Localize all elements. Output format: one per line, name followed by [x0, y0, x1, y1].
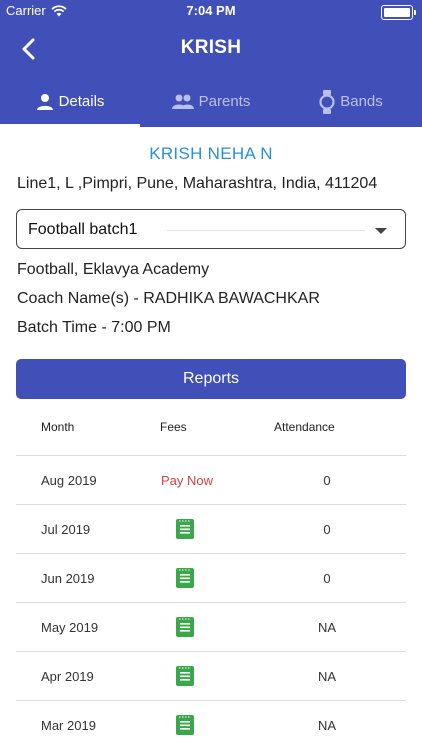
- table-header: Month Fees Attendance: [16, 400, 406, 456]
- table-row: Mar 2019 NA: [16, 701, 406, 750]
- tab-parents[interactable]: Parents: [141, 76, 281, 127]
- month-cell: Jun 2019: [41, 571, 95, 586]
- month-cell: Aug 2019: [41, 473, 97, 488]
- people-icon: [171, 94, 194, 109]
- page-title: KRISH: [180, 37, 242, 58]
- active-tab-indicator: [0, 124, 140, 127]
- attendance-cell: NA: [317, 620, 337, 635]
- tab-details[interactable]: Details: [0, 76, 140, 127]
- month-cell: May 2019: [41, 620, 99, 635]
- table-row: Apr 2019 NA: [16, 652, 406, 701]
- attendance-cell: 0: [323, 522, 331, 537]
- table-row: Aug 2019 Pay Now 0: [16, 456, 406, 505]
- attendance-cell: NA: [317, 669, 337, 684]
- pay-now-link[interactable]: Pay Now: [161, 473, 213, 488]
- attendance-cell: 0: [323, 571, 331, 586]
- receipt-icon[interactable]: [176, 715, 194, 740]
- student-address: Line1, L ,Pimpri, Pune, Maharashtra, Ind…: [17, 175, 378, 192]
- receipt-icon[interactable]: [176, 617, 194, 642]
- tab-label: Details: [58, 93, 105, 110]
- table-row: Jun 2019 0: [16, 554, 406, 603]
- table-row: May 2019 NA: [16, 603, 406, 652]
- student-name: KRISH NEHA N: [149, 144, 273, 163]
- header-attendance: Attendance: [274, 420, 335, 434]
- battery-icon: [381, 5, 416, 20]
- batch-dropdown[interactable]: Football batch1: [16, 209, 406, 249]
- watch-icon: [319, 89, 335, 114]
- receipt-icon[interactable]: [176, 568, 194, 593]
- app-header: Carrier 7:04 PM KRISH Details Parents Ba…: [0, 0, 422, 127]
- status-time: 7:04 PM: [186, 3, 236, 18]
- receipt-icon[interactable]: [176, 666, 194, 691]
- receipt-icon[interactable]: [176, 519, 194, 544]
- table-row: Jul 2019 0: [16, 505, 406, 554]
- nav-bar: KRISH: [0, 22, 422, 76]
- status-bar: Carrier 7:04 PM: [0, 0, 422, 22]
- month-cell: Mar 2019: [41, 718, 96, 733]
- header-month: Month: [41, 420, 75, 434]
- header-fees: Fees: [160, 420, 187, 434]
- month-cell: Jul 2019: [41, 522, 91, 537]
- dropdown-divider: [167, 230, 365, 231]
- attendance-cell: 0: [323, 473, 331, 488]
- person-icon: [36, 93, 53, 110]
- tab-label: Parents: [198, 93, 251, 110]
- reports-button[interactable]: Reports: [16, 359, 406, 399]
- batch-selected-value: Football batch1: [28, 221, 138, 238]
- month-cell: Apr 2019: [41, 669, 94, 684]
- caret-down-icon: [375, 228, 387, 234]
- attendance-cell: NA: [317, 718, 337, 733]
- sport-academy: Football, Eklavya Academy: [17, 261, 210, 278]
- tab-bands[interactable]: Bands: [281, 76, 421, 127]
- coach-names: Coach Name(s) - RADHIKA BAWACHKAR: [17, 290, 320, 307]
- tab-bar: Details Parents Bands: [0, 76, 422, 127]
- batch-time: Batch Time - 7:00 PM: [17, 319, 171, 336]
- tab-label: Bands: [340, 93, 383, 110]
